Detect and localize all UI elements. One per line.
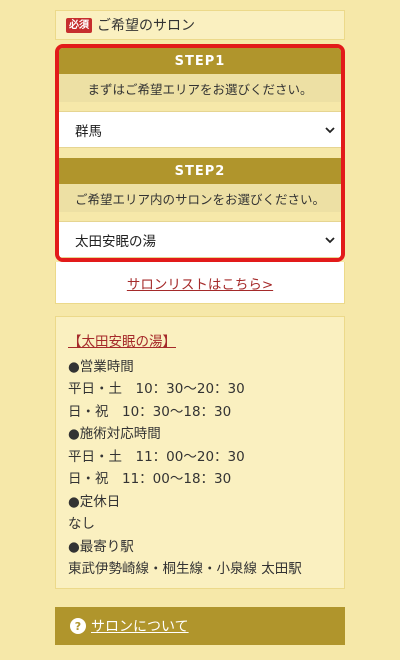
info-line: ●定休日 — [68, 493, 121, 510]
question-icon: ? — [70, 618, 86, 634]
info-line: ●施術対応時間 — [68, 426, 161, 442]
info-line: 日・祝 10：30〜18：30 — [68, 403, 232, 420]
chevron-down-icon — [325, 126, 335, 133]
section-title: ご希望のサロン — [97, 18, 195, 34]
area-select[interactable]: 群馬 — [59, 111, 341, 148]
salon-list-link-box: サロンリストはこちら> — [55, 262, 345, 304]
info-line: ●最寄り駅 — [68, 538, 134, 555]
info-line: 日・祝 11：00〜18：30 — [68, 471, 232, 487]
info-line: 東武伊勢崎線・桐生線・小泉線 太田駅 — [68, 561, 302, 577]
info-line: ●営業時間 — [68, 358, 134, 375]
step2-title: STEP2 — [59, 158, 341, 184]
required-badge: 必須 — [66, 17, 92, 33]
area-select-value: 群馬 — [75, 123, 102, 140]
step2-description: ご希望エリア内のサロンをお選びください。 — [59, 184, 341, 212]
info-line: なし — [68, 516, 95, 532]
step1-title: STEP1 — [59, 48, 341, 74]
info-line: 平日・土 10：30〜20：30 — [68, 381, 245, 397]
salon-name-link[interactable]: 【太田安眠の湯】 — [68, 331, 344, 354]
about-salon-bar[interactable]: ? サロンについて — [55, 607, 345, 645]
salon-info-box: 【太田安眠の湯】 ●営業時間 平日・土 10：30〜20：30 日・祝 10：3… — [55, 316, 345, 589]
salon-section-header: 必須 ご希望のサロン — [55, 10, 345, 40]
chevron-down-icon — [325, 236, 335, 243]
about-salon-link[interactable]: サロンについて — [91, 616, 189, 636]
salon-select[interactable]: 太田安眠の湯 — [59, 221, 341, 258]
salon-select-value: 太田安眠の湯 — [75, 233, 156, 250]
salon-list-link[interactable]: サロンリストはこちら> — [127, 273, 273, 293]
info-line: 平日・土 11：00〜20：30 — [68, 448, 245, 465]
step1-description: まずはご希望エリアをお選びください。 — [59, 74, 341, 102]
step-selection-box: STEP1 まずはご希望エリアをお選びください。 群馬 STEP2 ご希望エリア… — [55, 44, 345, 262]
